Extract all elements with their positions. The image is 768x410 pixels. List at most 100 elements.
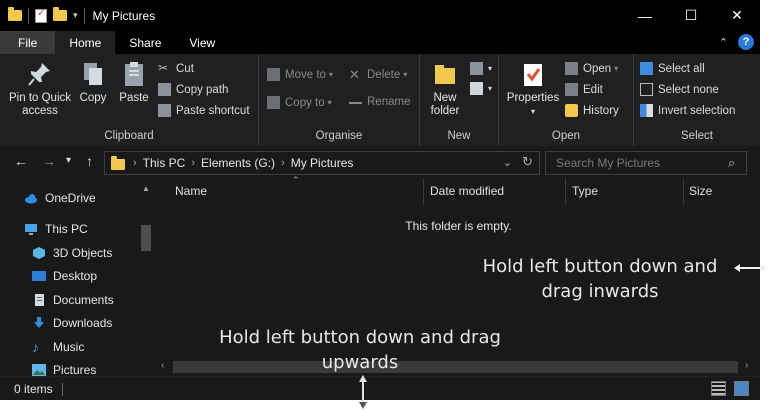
- item-count: 0 items: [14, 382, 53, 396]
- copy-path-icon: [158, 83, 171, 96]
- ribbon-tabs: File Home Share View ⌃ ?: [0, 31, 760, 54]
- search-box[interactable]: ⌕: [545, 151, 747, 175]
- column-header-type[interactable]: Type: [572, 184, 598, 198]
- breadcrumb-my-pictures[interactable]: My Pictures: [291, 156, 354, 170]
- copy-button[interactable]: Copy: [76, 60, 110, 105]
- invert-selection-label: Invert selection: [658, 104, 736, 117]
- breadcrumb-this-pc[interactable]: This PC: [143, 156, 186, 170]
- column-header-date-modified[interactable]: Date modified: [430, 184, 504, 198]
- chevron-down-icon: ▾: [328, 70, 333, 79]
- open-button[interactable]: Open ▾: [565, 62, 618, 75]
- nav-item-music[interactable]: ♪ Music: [32, 340, 84, 354]
- copy-path-label: Copy path: [176, 83, 229, 96]
- paste-button[interactable]: Paste: [116, 60, 152, 105]
- minimize-button[interactable]: —: [622, 0, 668, 31]
- annotation-line: drag inwards: [541, 281, 659, 302]
- help-icon[interactable]: ?: [738, 34, 754, 50]
- column-header-size[interactable]: Size: [689, 184, 712, 198]
- paste-shortcut-button[interactable]: Paste shortcut: [158, 104, 250, 117]
- nav-item-pictures[interactable]: Pictures: [32, 363, 96, 376]
- history-label: History: [583, 104, 619, 117]
- forward-icon[interactable]: →: [42, 153, 56, 169]
- status-bar: 0 items: [0, 376, 760, 400]
- move-to-label: Move to: [285, 68, 326, 81]
- address-dropdown-icon[interactable]: ⌄: [503, 156, 512, 169]
- properties-icon[interactable]: [35, 8, 47, 23]
- breadcrumb-elements-drive[interactable]: Elements (G:): [201, 156, 275, 170]
- chevron-down-icon: ▾: [327, 98, 332, 107]
- window-controls: — ☐ ✕: [622, 0, 760, 31]
- move-to-button[interactable]: Move to ▾: [267, 68, 333, 81]
- address-bar-actions: ⌄ ↻: [503, 152, 539, 172]
- navigation-pane-scrollbar[interactable]: ▲: [138, 178, 154, 376]
- tab-share[interactable]: Share: [115, 31, 175, 54]
- invert-selection-button[interactable]: Invert selection: [640, 104, 735, 117]
- cut-button[interactable]: ✂ Cut: [158, 62, 194, 75]
- scroll-right-icon[interactable]: ›: [745, 360, 748, 371]
- nav-item-this-pc[interactable]: This PC: [24, 222, 88, 236]
- pin-to-quick-access-button[interactable]: Pin to Quick access: [6, 60, 74, 118]
- tab-view[interactable]: View: [175, 31, 229, 54]
- properties-button[interactable]: Properties ▾: [505, 60, 561, 118]
- scroll-up-icon[interactable]: ▲: [142, 184, 150, 193]
- scroll-left-icon[interactable]: ‹: [161, 360, 164, 371]
- history-button[interactable]: History: [565, 104, 619, 117]
- easy-access-button[interactable]: ▾: [470, 82, 492, 95]
- pin-icon: [28, 63, 50, 86]
- annotation-line: Hold left button down and: [482, 256, 718, 277]
- column-divider[interactable]: [683, 178, 684, 204]
- nav-item-documents[interactable]: Documents: [32, 293, 114, 307]
- title-bar: ▾ My Pictures — ☐ ✕: [0, 0, 760, 31]
- select-none-button[interactable]: Select none: [640, 83, 719, 96]
- edit-button[interactable]: Edit: [565, 83, 603, 96]
- rename-button[interactable]: Rename: [349, 96, 410, 108]
- collapse-ribbon-icon[interactable]: ⌃: [719, 36, 728, 49]
- paste-label: Paste: [119, 92, 149, 104]
- search-icon[interactable]: ⌕: [728, 155, 735, 171]
- nav-item-desktop[interactable]: Desktop: [32, 269, 97, 283]
- up-icon[interactable]: ↑: [86, 153, 93, 169]
- scrollbar-thumb[interactable]: [141, 225, 151, 251]
- nav-item-label: Documents: [53, 293, 114, 307]
- chevron-down-icon: ▾: [614, 64, 619, 73]
- download-icon: [34, 317, 44, 328]
- customize-dropdown-icon[interactable]: ▾: [73, 10, 78, 21]
- back-icon[interactable]: ←: [14, 153, 28, 169]
- copy-to-button[interactable]: Copy to ▾: [267, 96, 332, 109]
- nav-item-label: This PC: [45, 222, 88, 236]
- search-input[interactable]: [554, 155, 728, 171]
- copy-path-button[interactable]: Copy path: [158, 83, 228, 96]
- tab-home[interactable]: Home: [55, 31, 116, 54]
- address-bar[interactable]: › This PC › Elements (G:) › My Pictures …: [104, 151, 540, 175]
- nav-item-onedrive[interactable]: OneDrive: [24, 191, 96, 205]
- column-header-name[interactable]: Name: [175, 184, 207, 198]
- quick-access-toolbar: ▾: [8, 7, 85, 24]
- new-item-button[interactable]: ▾: [470, 62, 492, 75]
- nav-item-downloads[interactable]: Downloads: [32, 316, 112, 330]
- large-icons-view-icon[interactable]: [734, 381, 749, 396]
- organise-group: Move to ▾ Copy to ▾ ✕ Delete ▾ Rename Or…: [259, 54, 420, 146]
- column-header-row: ⌃ Name Date modified Type Size: [157, 175, 760, 204]
- recent-locations-icon[interactable]: ▾: [66, 155, 71, 166]
- maximize-button[interactable]: ☐: [668, 0, 714, 31]
- new-folder-icon[interactable]: [53, 7, 67, 21]
- nav-item-label: Downloads: [53, 316, 113, 330]
- nav-item-3d-objects[interactable]: 3D Objects: [32, 246, 112, 260]
- tab-file[interactable]: File: [0, 31, 56, 54]
- column-divider[interactable]: [565, 178, 566, 204]
- paste-shortcut-icon: [158, 104, 171, 117]
- move-to-icon: [267, 68, 280, 81]
- delete-button[interactable]: ✕ Delete ▾: [349, 68, 407, 81]
- new-folder-button[interactable]: New folder: [424, 60, 466, 118]
- open-group: Properties ▾ Open ▾ Edit History Open: [499, 54, 634, 146]
- file-explorer-window: ▾ My Pictures — ☐ ✕ File Home Share View…: [0, 0, 760, 400]
- chevron-down-icon: ▾: [530, 107, 535, 116]
- column-divider[interactable]: [423, 178, 424, 204]
- computer-icon: [25, 224, 37, 235]
- close-button[interactable]: ✕: [714, 0, 760, 31]
- sort-arrow-icon: ⌃: [292, 175, 300, 185]
- new-folder-icon: [435, 65, 455, 84]
- details-view-icon[interactable]: [711, 381, 726, 396]
- select-all-button[interactable]: Select all: [640, 62, 705, 75]
- refresh-icon[interactable]: ↻: [522, 154, 533, 170]
